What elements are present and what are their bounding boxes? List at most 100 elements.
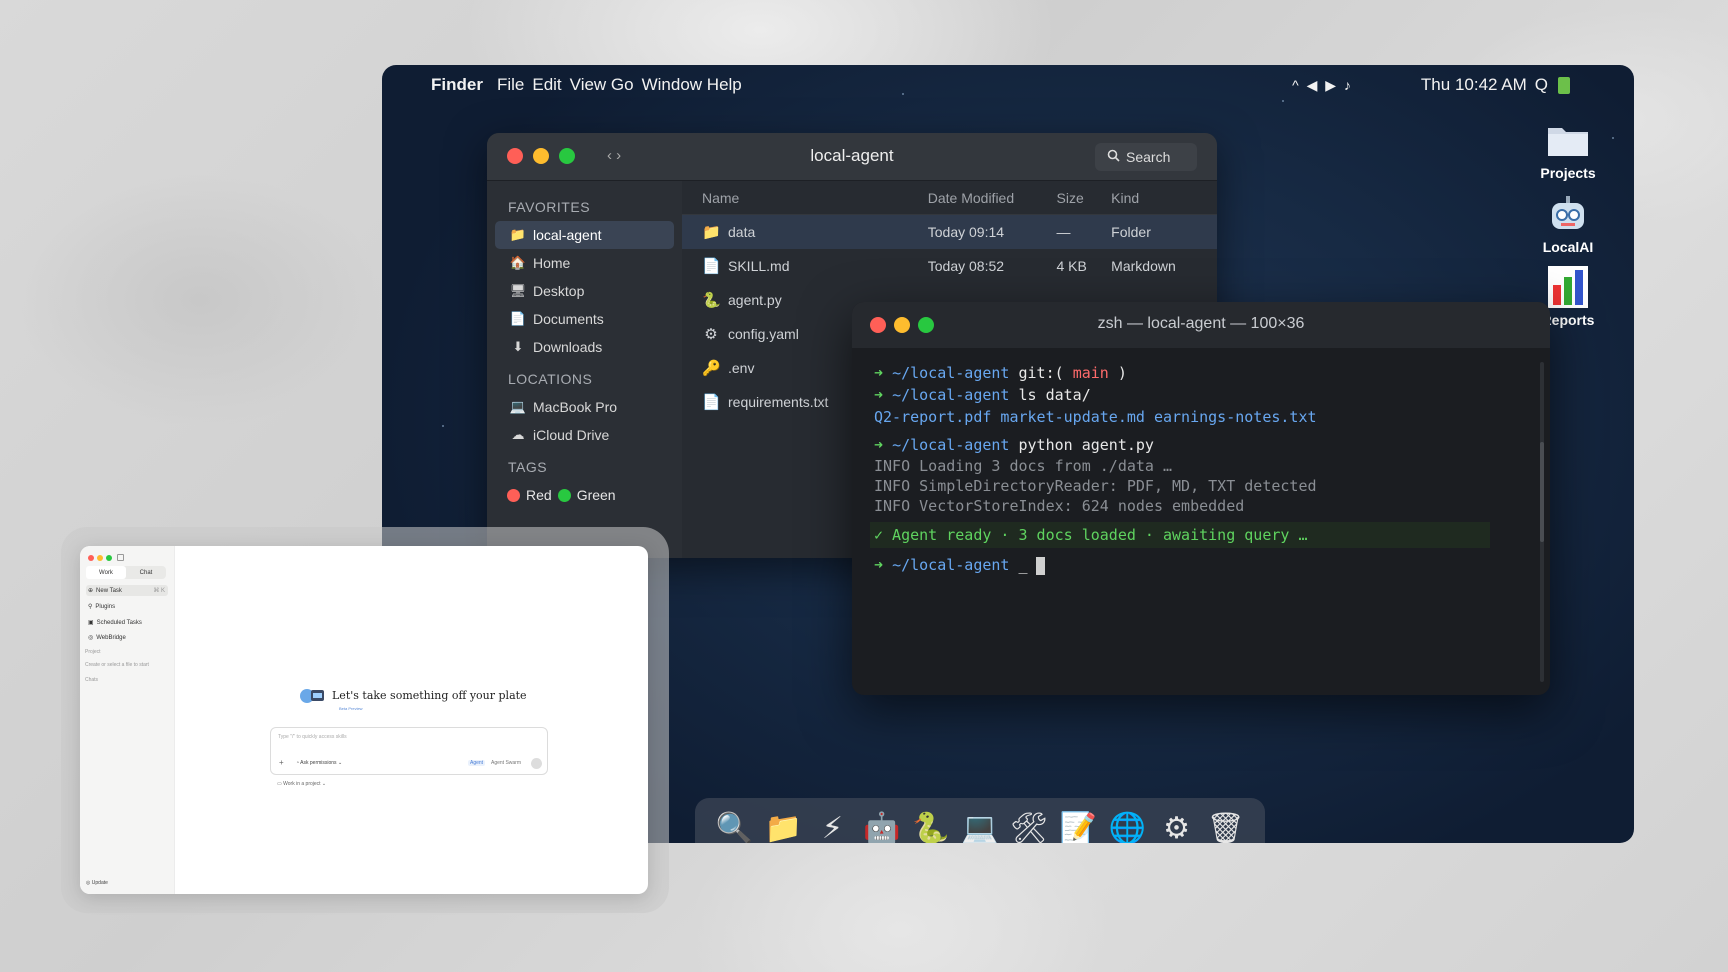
sidebar-item-new-task[interactable]: ⊕ New Task ⌘ K	[86, 585, 168, 596]
terminal-scrollbar[interactable]	[1540, 362, 1544, 682]
search-icon	[1107, 149, 1120, 165]
mode-switch: Work Chat	[86, 566, 166, 579]
tools-icon[interactable]: 🛠	[1009, 808, 1049, 844]
plus-icon[interactable]: +	[279, 758, 284, 767]
tab-chat[interactable]: Chat	[126, 566, 166, 579]
sidebar-item-webbridge[interactable]: ◎ WebBridge	[86, 632, 168, 643]
scrollbar-thumb[interactable]	[1540, 442, 1544, 542]
gear-icon[interactable]: ⚙	[1157, 808, 1197, 844]
column-date-modified[interactable]: Date Modified	[928, 190, 1057, 206]
folder-icon: 📁	[509, 227, 527, 242]
sidebar-item-icloud-drive[interactable]: ☁ iCloud Drive	[487, 421, 682, 449]
sidebar-item-macbook-pro[interactable]: 💻 MacBook Pro	[487, 393, 682, 421]
python-icon[interactable]: 🐍	[911, 808, 951, 844]
laptop-icon: 💻	[509, 399, 527, 414]
column-size[interactable]: Size	[1057, 190, 1112, 206]
menu-edit[interactable]: Edit	[532, 75, 561, 95]
menu-view-go[interactable]: View Go	[570, 75, 634, 95]
work-in-project-dropdown[interactable]: ▭ Work in a project ⌄	[277, 781, 326, 787]
ask-permissions-dropdown[interactable]: ◔ Ask permissions ⌄	[296, 760, 342, 766]
file-kind: Folder	[1111, 224, 1151, 240]
tags-row: Red Green	[487, 481, 682, 509]
beta-badge: Beta Preview	[339, 706, 363, 711]
task-input-box[interactable]: Type "/" to quickly access skills + ◔ As…	[270, 727, 548, 775]
sidebar-item-plugins[interactable]: ⚲ Plugins	[86, 601, 168, 612]
battery-icon[interactable]	[1558, 76, 1570, 94]
desktop-icon-localai[interactable]: LocalAI	[1528, 189, 1608, 255]
notepad-icon[interactable]: 📝	[1058, 808, 1098, 844]
folder-icon[interactable]: 📁	[763, 808, 803, 844]
green-tag-dot[interactable]	[557, 488, 571, 502]
menu-file[interactable]: File	[497, 75, 524, 95]
terminal-line: ➜ ~/local-agent python agent.py	[874, 436, 1154, 454]
prompt-arrow-icon: ➜	[874, 436, 893, 454]
sidebar-item-local-agent[interactable]: 📁 local-agent	[495, 221, 674, 249]
robot-icon	[1528, 189, 1608, 239]
red-tag-dot[interactable]	[507, 488, 520, 502]
folder-icon: 📁	[702, 224, 721, 241]
agent-toggle[interactable]: Agent	[468, 760, 486, 766]
zoom-button[interactable]	[106, 555, 112, 561]
media-controls[interactable]: ^ ◀ ▶ ♪	[1292, 77, 1353, 94]
greeting-text: Let's take something off your plate	[332, 688, 527, 702]
tab-work[interactable]: Work	[86, 566, 126, 579]
globe-icon[interactable]: 🌐	[1107, 808, 1147, 844]
column-kind[interactable]: Kind	[1111, 190, 1217, 206]
sidebar-toggle-icon[interactable]	[117, 554, 124, 561]
update-button[interactable]: ◎ Update	[86, 880, 108, 886]
finder-search[interactable]: Search	[1095, 143, 1197, 171]
robot-icon[interactable]: 🤖	[862, 808, 902, 844]
spotlight-icon[interactable]: Q	[1535, 75, 1548, 95]
desktop-icon-projects[interactable]: Projects	[1528, 115, 1608, 181]
sidebar-item-label: Downloads	[533, 339, 603, 355]
prompt-path: ~/local-agent	[892, 364, 1010, 382]
sidebar-item-scheduled-tasks[interactable]: ▣ Scheduled Tasks	[86, 617, 168, 628]
minimize-button[interactable]	[97, 555, 103, 561]
menu-app-finder[interactable]: Finder	[431, 75, 483, 95]
sidebar-item-label: local-agent	[533, 227, 602, 243]
sidebar-item-home[interactable]: 🏠 Home	[487, 249, 682, 277]
send-button[interactable]	[531, 758, 542, 769]
file-date: Today 09:14	[927, 224, 1005, 240]
column-name[interactable]: Name	[682, 190, 928, 206]
menu-window-help[interactable]: Window Help	[642, 75, 742, 95]
finder-titlebar[interactable]: ‹ › local-agent Search	[487, 133, 1217, 181]
file-name: agent.py	[728, 292, 782, 308]
task-input-placeholder[interactable]: Type "/" to quickly access skills	[278, 734, 347, 740]
file-row[interactable]: 📁 data Today 09:14 — Folder	[682, 215, 1217, 249]
sidebar-item-label: iCloud Drive	[533, 427, 610, 443]
prompt-path: ~/local-agent	[892, 386, 1010, 404]
terminal-titlebar[interactable]: zsh — local-agent — 100×36	[852, 302, 1550, 348]
menu-bar: Finder File Edit View Go Window Help ^ ◀…	[382, 65, 1634, 105]
chats-label[interactable]: Chats	[85, 677, 98, 683]
mascot-logo-icon	[298, 686, 326, 704]
trash-icon[interactable]: 🗑	[1206, 808, 1246, 844]
project-label: Project	[85, 649, 101, 655]
terminal-title: zsh — local-agent — 100×36	[1097, 315, 1305, 332]
sidebar-item-desktop[interactable]: 🖥 Desktop	[487, 277, 682, 305]
sidebar-item-downloads[interactable]: ⬇ Downloads	[487, 333, 682, 361]
tag-green-label[interactable]: Green	[577, 487, 616, 503]
file-row[interactable]: 📄 SKILL.md Today 08:52 4 KB Markdown	[682, 249, 1217, 283]
agent-ready-line: ✓ Agent ready · 3 docs loaded · awaiting…	[870, 522, 1490, 548]
desktop-icon: 🖥	[509, 283, 527, 298]
laptop-icon[interactable]: 💻	[960, 808, 1000, 844]
shortcut-hint: ⌘ K	[153, 588, 165, 594]
file-kind: Markdown	[1111, 258, 1176, 274]
terminal-output[interactable]: ➜ ~/local-agent git:( main ) ➜ ~/local-a…	[852, 348, 1550, 576]
sidebar-item-documents[interactable]: 📄 Documents	[487, 305, 682, 333]
terminal-line: ➜ ~/local-agent ls data/	[874, 386, 1091, 404]
plus-circle-icon: ⊕	[88, 588, 94, 594]
agent-swarm-toggle[interactable]: Agent Swarm	[491, 760, 521, 766]
file-name: SKILL.md	[728, 258, 790, 274]
tag-red-label[interactable]: Red	[526, 487, 552, 503]
search-icon[interactable]: 🔍	[714, 808, 754, 844]
clock[interactable]: Thu 10:42 AM	[1421, 75, 1527, 95]
gear-icon: ⚙	[704, 326, 718, 343]
desktop-icon-label: Projects	[1540, 165, 1596, 181]
project-hint[interactable]: Create or select a file to start	[85, 662, 149, 668]
search-label: Search	[1126, 149, 1171, 165]
bolt-icon[interactable]: ⚡	[812, 808, 852, 844]
file-name: .env	[728, 360, 755, 376]
close-button[interactable]	[88, 555, 94, 561]
